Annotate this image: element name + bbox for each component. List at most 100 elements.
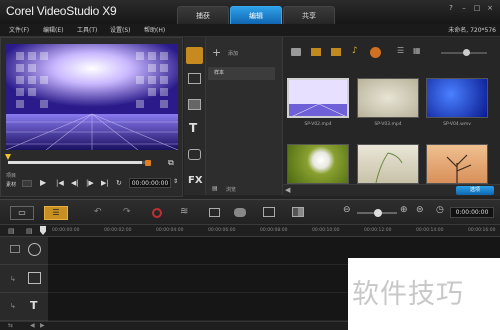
menu-settings[interactable]: 设置(S): [110, 24, 131, 37]
video-track-icon: [10, 245, 20, 253]
show-photo-icon[interactable]: [331, 48, 341, 56]
thumbnail-image: [289, 80, 347, 116]
preview-screen: [6, 44, 178, 150]
redo-icon[interactable]: ↷: [123, 207, 131, 217]
storyboard-view-icon[interactable]: ▭: [10, 206, 34, 220]
browse-label[interactable]: 浏览: [226, 186, 236, 193]
enlarge-icon[interactable]: ⧉: [168, 158, 174, 168]
title-track-header: ↳ T: [0, 293, 48, 321]
add-track-icon[interactable]: ⇆: [8, 322, 13, 329]
zoom-out-icon[interactable]: ⊖: [343, 205, 351, 215]
fit-project-icon[interactable]: ⊜: [416, 205, 424, 215]
playhead-marker[interactable]: [40, 226, 46, 235]
track-manager-icon[interactable]: ▤: [8, 227, 15, 235]
scrubber-fill: [8, 161, 143, 164]
undo-icon[interactable]: ↶: [94, 207, 102, 217]
play-icon[interactable]: ▶: [40, 178, 46, 187]
add-folder-label[interactable]: 添加: [228, 50, 238, 57]
previous-frame-icon[interactable]: ◀|: [71, 179, 79, 187]
show-video-icon[interactable]: [311, 48, 321, 56]
import-icon[interactable]: [370, 47, 381, 58]
timecode-stepper-icon[interactable]: ⇕: [173, 178, 178, 185]
tab-capture[interactable]: 捕获: [177, 6, 229, 24]
folder-icon[interactable]: [291, 48, 301, 56]
multi-camera-icon[interactable]: [292, 207, 304, 217]
ruler-tick-label: 00:00:04:00: [156, 228, 184, 233]
mode-clip[interactable]: 素材: [6, 181, 16, 188]
subtitle-editor-icon[interactable]: [263, 207, 275, 217]
scrubber-track[interactable]: [8, 161, 148, 164]
timeline-ruler[interactable]: ▤ ▤ 00:00:00:00 00:00:02:00 00:00:04:00 00:…: [0, 225, 500, 237]
thumbnail-tree[interactable]: [426, 144, 488, 184]
clock-icon[interactable]: ◷: [436, 205, 444, 215]
overlay-icon[interactable]: [28, 272, 41, 284]
media-icon[interactable]: [186, 47, 203, 64]
add-folder-icon[interactable]: +: [212, 46, 221, 59]
browse-icon[interactable]: ▤: [212, 185, 218, 192]
home-icon[interactable]: |◀: [56, 179, 64, 187]
video-track-header: [0, 237, 48, 265]
motion-tracking-icon[interactable]: [234, 208, 246, 217]
thumbnail-label: SP-V03.mp4: [374, 122, 402, 127]
repeat-icon[interactable]: ↻: [116, 179, 122, 187]
timeline-toolbar: ▭ ☰ ↶ ↷ ≋ ⊖ ⊕ ⊜ ◷ 0:00:00:00: [0, 199, 500, 225]
thumbnail-plant[interactable]: [357, 144, 419, 184]
menu-tools[interactable]: 工具(T): [77, 24, 97, 37]
sound-mixer-icon[interactable]: ≋: [180, 206, 188, 217]
player-timecode[interactable]: 00:00:00:00: [129, 178, 171, 188]
folder-item-samples[interactable]: 样本: [208, 67, 275, 80]
collapse-left-icon[interactable]: ◀: [285, 186, 290, 194]
scroll-right-icon[interactable]: ▶: [40, 322, 45, 329]
instant-project-icon[interactable]: [188, 73, 201, 84]
zoom-slider-handle[interactable]: [374, 209, 382, 217]
thumbnail-sp-v03[interactable]: [357, 78, 419, 118]
timeline-view-icon[interactable]: ☰: [44, 206, 68, 220]
trim-end-marker[interactable]: [145, 160, 151, 166]
overlay-track-header: ↳: [0, 265, 48, 293]
list-view-icon[interactable]: ☰: [397, 46, 404, 55]
filter-icon[interactable]: FX: [188, 175, 203, 186]
project-info: 未命名, 720*576: [448, 27, 496, 34]
thumbnail-sp-v02[interactable]: [287, 78, 349, 118]
thumbnail-sp-v04[interactable]: [426, 78, 488, 118]
graphic-icon[interactable]: [188, 149, 201, 160]
tab-edit[interactable]: 编辑: [230, 6, 282, 24]
scroll-left-icon[interactable]: ◀: [30, 322, 35, 329]
zoom-in-icon[interactable]: ⊕: [400, 205, 408, 215]
tab-share[interactable]: 共享: [283, 6, 335, 24]
watermark-text: 软件技巧: [352, 279, 464, 310]
transition-icon[interactable]: [188, 99, 201, 110]
help-icon[interactable]: ?: [446, 3, 456, 13]
thumbnail-view-icon[interactable]: ▦: [413, 46, 421, 55]
ruler-tick-label: 00:00:12:00: [364, 228, 392, 233]
library-bottom-bar: ◀ 选项: [283, 184, 500, 196]
ruler-tick-label: 00:00:16:00: [468, 228, 496, 233]
thumbnail-label: SP-V04.wmv: [443, 122, 471, 127]
minimize-icon[interactable]: –: [459, 3, 469, 13]
thumbnail-label: SP-V02.mp4: [304, 122, 332, 127]
trim-start-marker[interactable]: [5, 154, 11, 160]
timeline-timecode[interactable]: 0:00:00:00: [450, 207, 494, 218]
auto-music-icon[interactable]: [209, 208, 220, 217]
show-audio-icon[interactable]: ♪: [352, 46, 358, 56]
mode-project[interactable]: 项目: [6, 172, 16, 179]
options-button[interactable]: 选项: [456, 186, 494, 195]
record-capture-icon[interactable]: [152, 208, 162, 218]
chapter-icon[interactable]: ▤: [26, 227, 33, 235]
close-icon[interactable]: ×: [485, 3, 495, 13]
menu-file[interactable]: 文件(F): [9, 24, 29, 37]
app-window: Corel VideoStudio X9 捕获 编辑 共享 ? – □ × 文件…: [0, 0, 500, 330]
mode-toggle[interactable]: [22, 180, 32, 187]
end-icon[interactable]: ▶|: [101, 179, 109, 187]
next-frame-icon[interactable]: |▶: [86, 179, 94, 187]
thumbnail-image: [446, 154, 472, 183]
title-track-letter[interactable]: T: [30, 299, 38, 312]
maximize-icon[interactable]: □: [472, 3, 482, 13]
thumbnail-image: [375, 152, 403, 183]
thumbnail-dandelion[interactable]: [287, 144, 349, 184]
menu-help[interactable]: 帮助(H): [144, 24, 165, 37]
title-icon[interactable]: T: [189, 121, 197, 135]
thumbnail-size-handle[interactable]: [463, 49, 470, 56]
menu-edit[interactable]: 编辑(E): [43, 24, 63, 37]
film-reel-icon[interactable]: [28, 243, 41, 256]
